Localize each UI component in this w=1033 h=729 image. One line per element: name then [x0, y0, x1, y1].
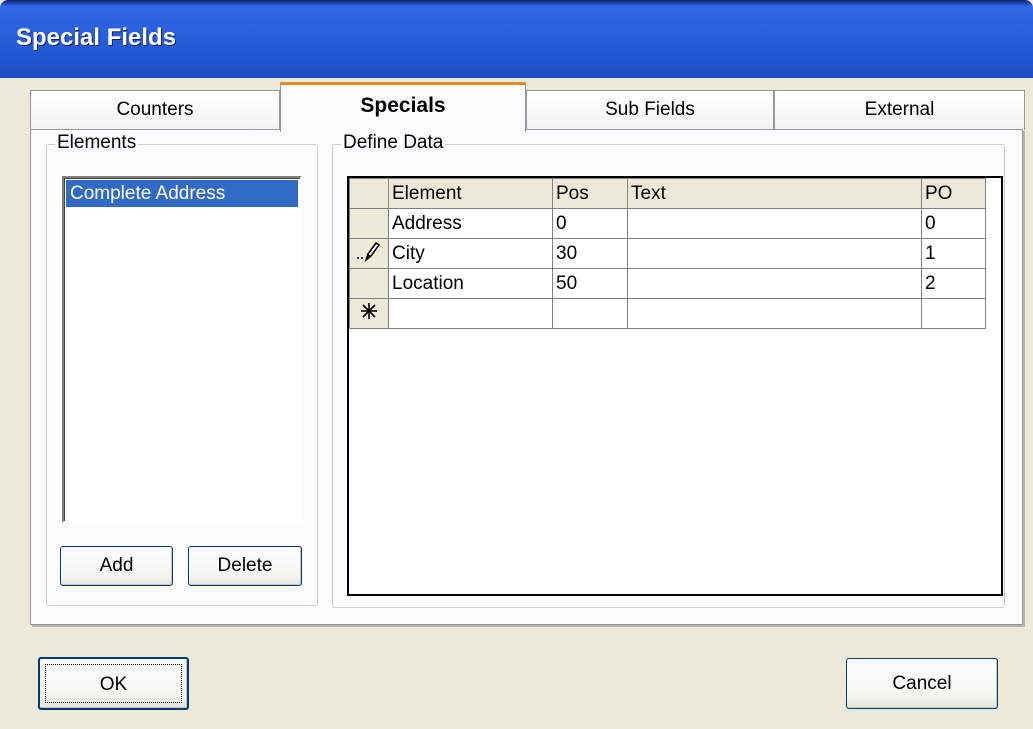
new-cell-element[interactable]: [388, 298, 553, 329]
add-button-label: Add: [99, 555, 134, 576]
grid-corner-cell[interactable]: [349, 178, 389, 209]
cell-text[interactable]: [627, 268, 922, 299]
row-selector[interactable]: [349, 208, 389, 239]
asterisk-icon: [361, 302, 377, 319]
cell-text[interactable]: [627, 238, 922, 269]
cell-element[interactable]: Address: [388, 208, 553, 239]
define-data-group-label: Define Data: [341, 132, 446, 154]
cell-element[interactable]: Location: [388, 268, 553, 299]
cell-element[interactable]: City: [388, 238, 553, 269]
add-button[interactable]: Add: [60, 546, 173, 586]
column-header-pos[interactable]: Pos: [552, 178, 628, 209]
window-title: Special Fields: [16, 24, 177, 51]
column-header-text[interactable]: Text: [627, 178, 922, 209]
define-data-grid[interactable]: Element Pos Text PO Address 0 0 City 30: [347, 176, 1003, 596]
table-row: City 30 1: [349, 238, 986, 269]
table-row: Address 0 0: [349, 208, 986, 239]
new-record-row: [349, 298, 986, 329]
cell-text[interactable]: [627, 208, 922, 239]
list-item-complete-address[interactable]: Complete Address: [66, 180, 298, 207]
tab-specials[interactable]: Specials: [280, 82, 526, 132]
elements-group-label: Elements: [55, 132, 139, 154]
title-bar[interactable]: Special Fields: [0, 0, 1033, 78]
row-selector[interactable]: [349, 268, 389, 299]
cancel-button[interactable]: Cancel: [846, 658, 998, 709]
delete-button-label: Delete: [217, 555, 273, 576]
tab-counters-label: Counters: [116, 99, 194, 120]
cell-pos[interactable]: 50: [552, 268, 628, 299]
cancel-button-label: Cancel: [892, 673, 952, 694]
focus-rectangle: [45, 664, 182, 703]
tab-sub-fields-label: Sub Fields: [605, 99, 695, 120]
tab-strip: Counters Specials Sub Fields External: [30, 82, 1025, 132]
cell-pos[interactable]: 30: [552, 238, 628, 269]
ok-button[interactable]: OK: [38, 657, 189, 710]
column-header-po[interactable]: PO: [921, 178, 986, 209]
elements-list[interactable]: Complete Address: [62, 176, 302, 523]
table-row: Location 50 2: [349, 268, 986, 299]
tab-external-label: External: [864, 99, 935, 120]
cell-po[interactable]: 2: [921, 268, 986, 299]
delete-button[interactable]: Delete: [188, 546, 302, 586]
grid-header-row: Element Pos Text PO: [349, 178, 986, 209]
cell-po[interactable]: 1: [921, 238, 986, 269]
tab-external[interactable]: External: [774, 90, 1025, 130]
tab-sub-fields[interactable]: Sub Fields: [526, 90, 774, 130]
row-selector[interactable]: [349, 238, 389, 269]
new-row-selector[interactable]: [349, 298, 389, 329]
new-cell-text[interactable]: [627, 298, 922, 329]
new-cell-po[interactable]: [921, 298, 986, 329]
cell-po[interactable]: 0: [921, 208, 986, 239]
column-header-element[interactable]: Element: [388, 178, 553, 209]
new-cell-pos[interactable]: [552, 298, 628, 329]
tab-specials-label: Specials: [360, 94, 446, 117]
tab-counters[interactable]: Counters: [30, 90, 280, 130]
cell-pos[interactable]: 0: [552, 208, 628, 239]
pencil-icon: [357, 241, 381, 262]
